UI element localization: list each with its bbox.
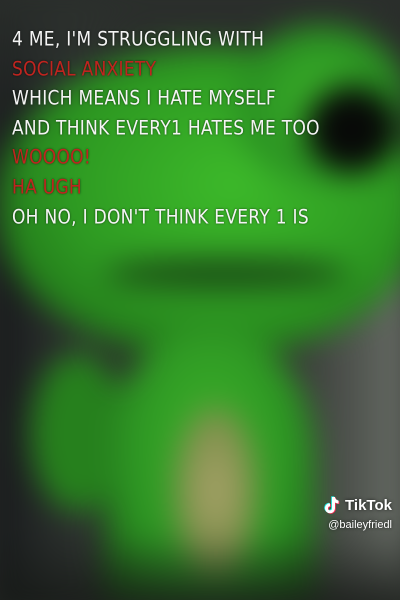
caption-line-6: HA UGH — [12, 176, 83, 199]
caption-line-7: OH NO, I DON'T THINK EVERY 1 IS — [12, 206, 309, 229]
tiktok-logo-icon — [321, 495, 341, 515]
caption-line-1: 4 ME, I'M STRUGGLING WITH — [12, 28, 265, 51]
caption-line-3: WHICH MEANS I HATE MYSELF — [12, 87, 276, 110]
tiktok-brand-row: TikTok — [292, 495, 392, 515]
tiktok-brand-text: TikTok — [345, 496, 392, 514]
tiktok-watermark: TikTok @baileyfriedl — [292, 495, 392, 531]
video-frame: 4 ME, I'M STRUGGLING WITH SOCIAL ANXIETY… — [0, 0, 400, 600]
caption-line-2: SOCIAL ANXIETY — [12, 58, 157, 81]
caption-line-4: AND THINK EVERY1 HATES ME TOO — [12, 117, 320, 140]
creator-handle: @baileyfriedl — [328, 519, 392, 531]
caption-line-5: WOOOO! — [12, 146, 91, 169]
